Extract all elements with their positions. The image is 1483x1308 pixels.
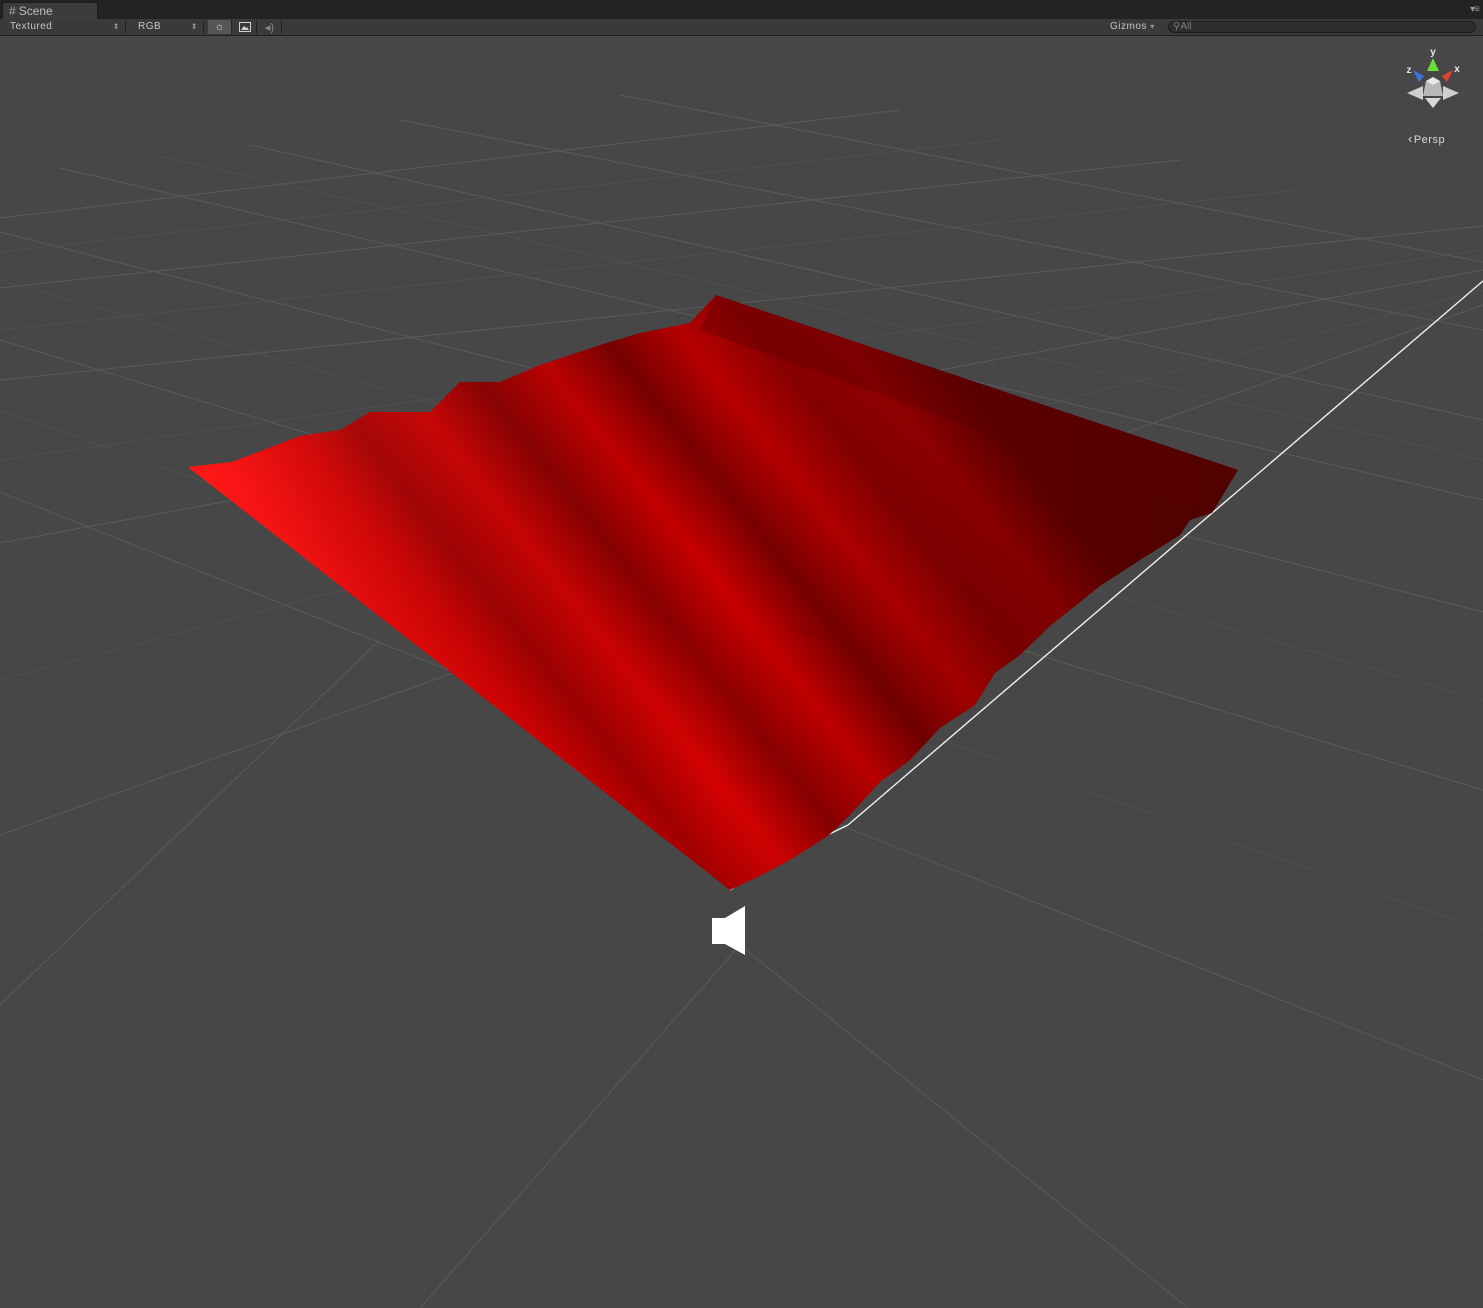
view-orientation-gizmo[interactable]: y x z: [1407, 47, 1461, 108]
sun-icon: ☼: [214, 21, 225, 33]
channel-value: RGB: [138, 21, 162, 32]
gizmo-y-cone[interactable]: [1427, 58, 1439, 71]
gizmo-x-cone[interactable]: [1442, 70, 1453, 82]
projection-toggle[interactable]: ‹Persp: [1408, 131, 1445, 146]
scene-canvas[interactable]: y x z: [0, 36, 1483, 1308]
render-mode-dropdown[interactable]: Textured ⬍: [0, 20, 126, 34]
speaker-icon: ◂): [264, 21, 275, 34]
gizmo-x-label: x: [1454, 64, 1460, 75]
chevron-left-icon: ‹: [1408, 131, 1413, 146]
dropdown-arrow-icon: ▾: [1150, 22, 1155, 31]
channel-dropdown[interactable]: RGB ⬍: [128, 20, 204, 34]
audio-source-icon[interactable]: [712, 906, 745, 955]
scene-grid-icon: #: [9, 4, 16, 18]
hierarchy-search-input[interactable]: ⚲All: [1168, 21, 1476, 33]
render-mode-value: Textured: [10, 21, 53, 32]
image-icon: [238, 22, 251, 32]
tab-options-icon[interactable]: ▾≡: [1470, 4, 1480, 15]
dropdown-arrows-icon: ⬍: [190, 22, 198, 31]
gizmos-dropdown[interactable]: Gizmos ▾: [1104, 20, 1162, 34]
scene-lighting-toggle[interactable]: ☼: [208, 20, 232, 34]
scene-overlay-toggle[interactable]: [233, 20, 257, 34]
search-placeholder: All: [1180, 21, 1192, 32]
scene-audio-toggle[interactable]: ◂): [258, 20, 282, 34]
tab-scene[interactable]: # Scene: [2, 2, 98, 19]
wave-mesh[interactable]: [188, 295, 1238, 890]
gizmo-z-label: z: [1407, 65, 1412, 76]
projection-label: Persp: [1413, 134, 1446, 146]
gizmo-z-cone[interactable]: [1413, 70, 1424, 82]
dropdown-arrows-icon: ⬍: [112, 22, 120, 31]
scene-toolbar: Textured ⬍ RGB ⬍ ☼ ◂) Gizmos ▾ ⚲All: [0, 19, 1483, 36]
scene-viewport[interactable]: y x z ‹Persp: [0, 36, 1483, 1308]
gizmo-y-label: y: [1430, 47, 1436, 58]
tab-bar: # Scene ▾≡: [0, 0, 1483, 20]
tab-scene-label: Scene: [18, 4, 53, 18]
gizmos-label: Gizmos: [1110, 21, 1147, 32]
